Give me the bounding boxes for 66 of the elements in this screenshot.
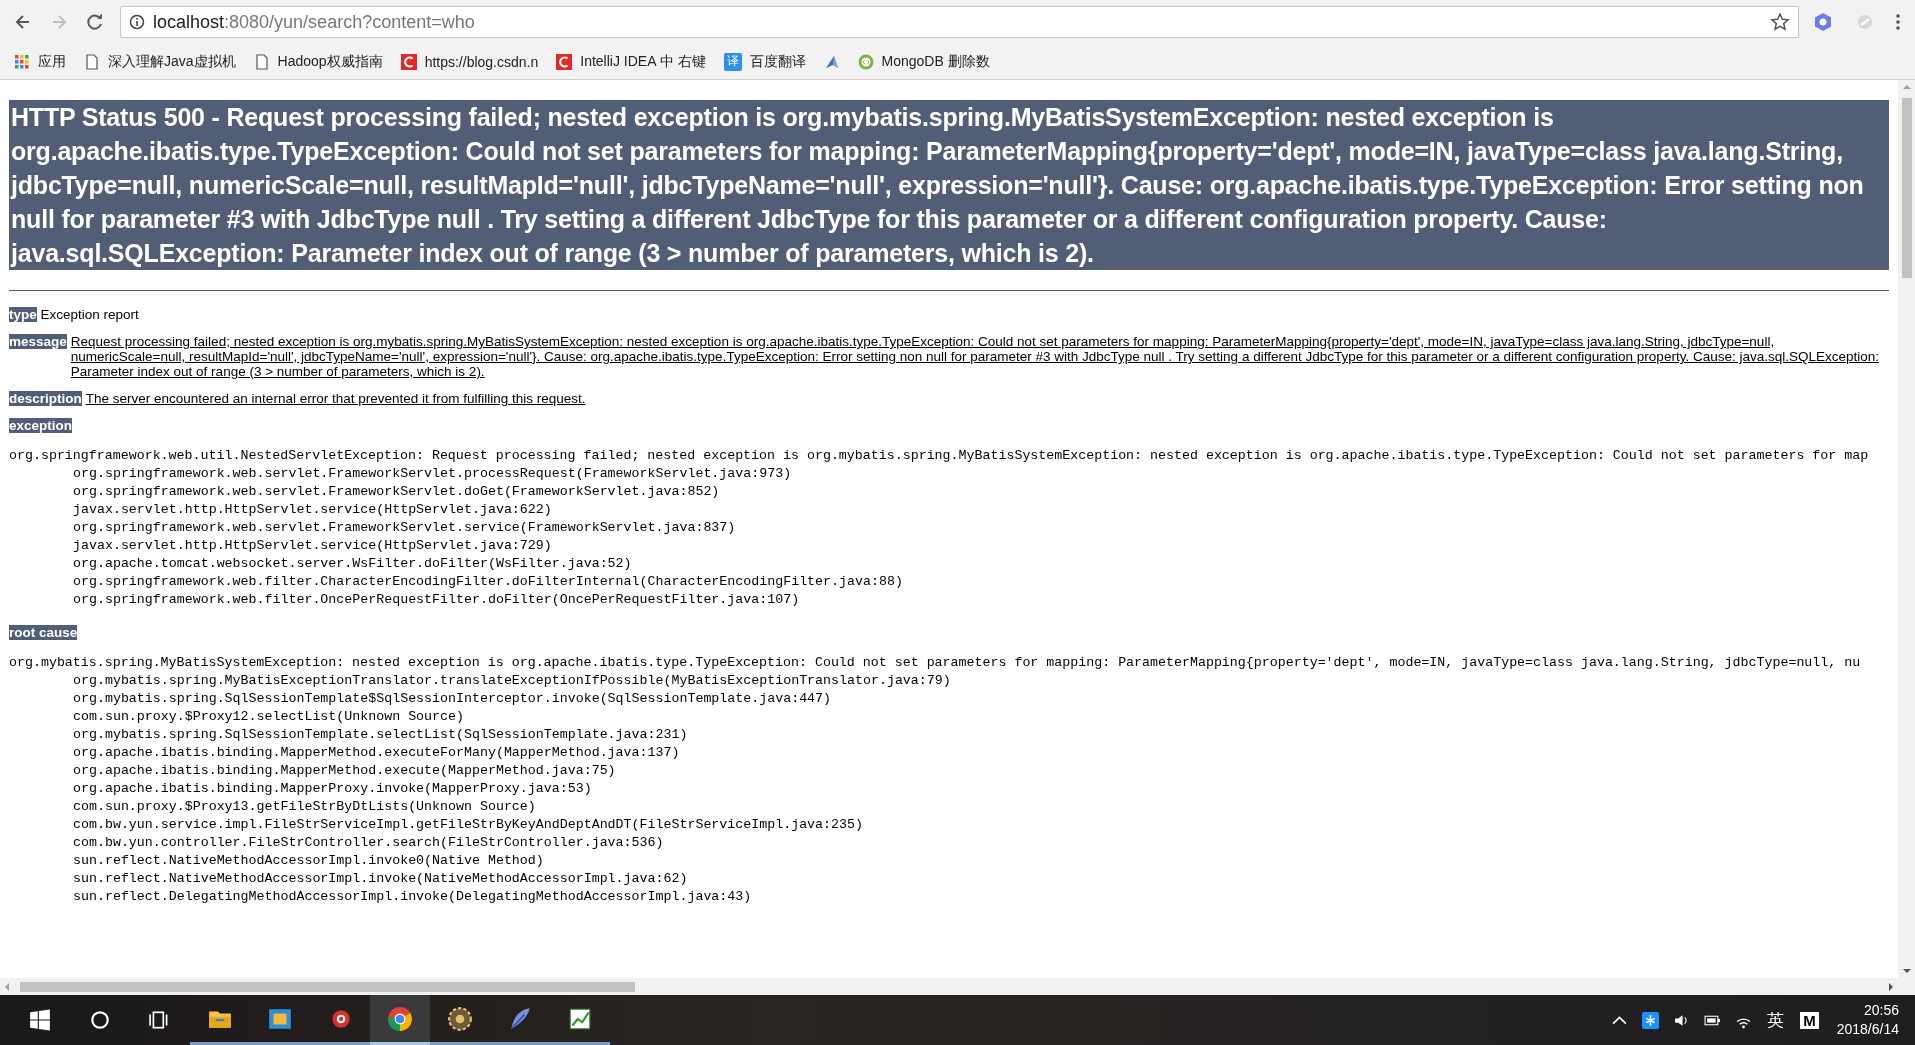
horizontal-scrollbar[interactable] [0, 978, 1915, 995]
stack-trace-line: com.bw.yun.controller.FileStrController.search(FileStrController.java:536) [72, 834, 665, 852]
c-logo-icon [400, 53, 417, 70]
extension-icon[interactable] [1813, 12, 1833, 32]
bookmark[interactable]: IntelliJ IDEA 中 右键 [556, 52, 706, 71]
bluetooth-icon[interactable] [1642, 1011, 1660, 1029]
stack-trace-line: org.apache.ibatis.binding.MapperProxy.invoke(MapperProxy.java:53) [72, 780, 593, 798]
scrollbar-thumb[interactable] [20, 981, 635, 992]
reload-icon[interactable] [85, 12, 105, 32]
error-message: The server encountered an internal error that prevented it from fulfilling this request. [85, 391, 587, 406]
star-icon[interactable] [1770, 12, 1790, 32]
clock-date: 2018/6/14 [1836, 1020, 1899, 1039]
gear-icon [447, 1005, 473, 1032]
stack-trace-line: org.mybatis.spring.SqlSessionTemplate$SqlSessionInterceptor.invoke(SqlSessionTemplate.java:447) [72, 690, 833, 708]
bookmark[interactable]: Hadoop权威指南 [253, 52, 383, 71]
error-message: Request processing failed; nested exception is org.mybatis.spring.MyBatisSystemException: nested exception is org.apache.ibatis.type.TypeException: Could not set parameters for mapping: ParameterMapping{property='dept', mode=IN, javaType=class java.lang.String, jdbcType=null, numericScale=null, resultMapId='null', jdbcTypeName='null', expression='null'}. Cause: org.apache.ibatis.type.TypeException: Error setting non null for parameter #3 with JdbcType null . Try setting a different JdbcType for this parameter or a different configuration property. Cause: java.sql.SQLException: Parameter index out of range (3 > number of parameters, which is 2). [70, 334, 1880, 379]
section-label: description [9, 391, 82, 406]
error-title: HTTP Status 500 - Request processing failed; nested exception is org.mybatis.spring.MyBatisSystemException: nested exception is org.apache.ibatis.type.TypeException: Could not set parameters for mapping: ParameterMapping{property='dept', mode=IN, javaType=class java.lang.String, jdbcType=null, numericScale=null, resultMapId='null', jdbcTypeName='null', expression='null'}. Cause: org.apache.ibatis.type.TypeException: Error setting non null for parameter #3 with JdbcType null . Try setting a different JdbcType for this parameter or a different configuration property. Cause: java.sql.SQLException: Parameter index out of range (3 > number of parameters, which is 2). [9, 100, 1889, 270]
chrome-icon [387, 1005, 413, 1032]
menu-icon[interactable] [1895, 12, 1901, 32]
stack-trace-line: sun.reflect.NativeMethodAccessorImpl.invoke0(Native Method) [72, 852, 545, 870]
page-icon [84, 53, 100, 70]
c-logo-icon [556, 53, 573, 70]
taskbar-app[interactable] [370, 995, 430, 1045]
clock-time: 20:56 [1863, 1001, 1899, 1020]
page-icon [253, 53, 270, 70]
scrollbar-thumb[interactable] [1901, 98, 1912, 278]
stack-trace-line: org.mybatis.spring.SqlSessionTemplate.selectList(SqlSessionTemplate.java:231) [72, 726, 689, 744]
stack-trace-line: com.sun.proxy.$Proxy12.selectList(Unknown Source) [72, 708, 465, 726]
section-label: message [9, 334, 67, 349]
stack-trace-line: org.apache.tomcat.websocket.server.WsFilter.doFilter(WsFilter.java:52) [72, 555, 633, 573]
stack-trace-line: org.springframework.web.servlet.FrameworkServlet.processRequest(FrameworkServlet.java:973) [72, 465, 793, 483]
info-icon [129, 14, 145, 30]
stack-trace-line: sun.reflect.NativeMethodAccessorImpl.invoke(NativeMethodAccessorImpl.java:62) [72, 870, 689, 888]
stack-trace-line: org.apache.ibatis.binding.MapperMethod.execute(MapperMethod.java:75) [72, 762, 617, 780]
translate-icon: 译 [723, 52, 742, 71]
windows-start-icon[interactable] [29, 1009, 51, 1031]
stack-trace-line: javax.servlet.http.HttpServlet.service(HttpServlet.java:622) [72, 501, 553, 519]
search-icon[interactable] [89, 1009, 111, 1031]
section-label: exception [9, 418, 73, 433]
stack-trace-line: sun.reflect.DelegatingMethodAccessorImpl.invoke(DelegatingMethodAccessorImpl.java:43) [72, 888, 753, 906]
section-label: root cause [9, 625, 78, 640]
stack-trace-line: org.springframework.web.filter.OncePerRequestFilter.doFilter(OncePerRequestFilter.java:107) [72, 591, 801, 609]
stack-trace-line: javax.servlet.http.HttpServlet.service(HttpServlet.java:729) [72, 537, 553, 555]
bookmark[interactable]: MongoDB 删除数 [857, 52, 990, 71]
stack-trace-line: org.springframework.web.util.NestedServletException: Request processing failed; nested exception is org.mybatis.spring.MyBatisSystemException: nested exception is org.apache.ibatis.type.TypeException: Could not set parameters for map [9, 447, 1870, 465]
input-method-indicator[interactable]: 英 [1767, 1008, 1785, 1032]
stack-trace-line: org.mybatis.spring.MyBatisExceptionTranslator.translateExceptionIfPossible(MyBatisExceptionTranslator.java:79) [72, 672, 952, 690]
bookmark[interactable]: 译 百度翻译 [723, 52, 806, 71]
stack-trace-line: com.bw.yun.service.impl.FileStrServiceImpl.getFileStrByKeyAndDeptAndDT(FileStrServiceImpl.java:235) [72, 816, 864, 834]
stack-trace-line: org.springframework.web.filter.CharacterEncodingFilter.doFilterInternal(CharacterEncodingFilter.java:88) [72, 573, 904, 591]
stack-trace-line: org.mybatis.spring.MyBatisSystemException: nested exception is org.apache.ibatis.type.TypeException: Could not set parameters for mapping: ParameterMapping{property='dept', mode=IN, javaType=class java.lang.String, jdbcType=null, nu [9, 654, 1862, 672]
stack-trace-line: org.springframework.web.servlet.FrameworkServlet.service(FrameworkServlet.java:837) [72, 519, 737, 537]
bookmark[interactable]: 深入理解Java虚拟机 [84, 52, 236, 71]
stack-trace-line: org.springframework.web.servlet.FrameworkServlet.doGet(FrameworkServlet.java:852) [72, 483, 721, 501]
bookmark[interactable]: https://blog.csdn.n [400, 53, 539, 70]
report-type: Exception report [40, 307, 139, 322]
stack-trace-line: org.apache.ibatis.binding.MapperMethod.executeForMany(MapperMethod.java:137) [72, 744, 681, 762]
code-badge-icon [857, 53, 874, 70]
address-bar[interactable]: localhost:8080/yun/search?content=who [120, 6, 1799, 38]
section-label: type [9, 307, 37, 322]
stack-trace-line: com.sun.proxy.$Proxy13.getFileStrByDtLists(Unknown Source) [72, 798, 537, 816]
input-mode-indicator[interactable]: M [1800, 1011, 1819, 1029]
vertical-scrollbar[interactable] [1898, 80, 1915, 978]
bookmark[interactable]: 应用 [14, 52, 66, 71]
apps-grid-icon [14, 53, 30, 70]
